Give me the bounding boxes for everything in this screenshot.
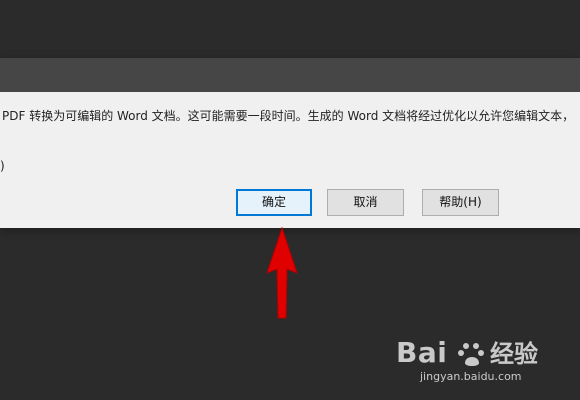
ok-button[interactable]: 确定 (236, 189, 312, 216)
dialog-message: PDF 转换为可编辑的 Word 文档。这可能需要一段时间。生成的 Word 文… (2, 109, 575, 123)
truncated-text-line: ) (0, 159, 5, 173)
jingyan-label: 经验 (490, 340, 538, 368)
baidu-logo-text: Bai (396, 336, 448, 369)
conversion-dialog: PDF 转换为可编辑的 Word 文档。这可能需要一段时间。生成的 Word 文… (0, 58, 580, 228)
dialog-title-bar[interactable] (0, 58, 580, 92)
baidu-paw-icon (458, 343, 484, 366)
red-arrow-annotation (266, 226, 298, 319)
screen: PDF 转换为可编辑的 Word 文档。这可能需要一段时间。生成的 Word 文… (0, 0, 580, 400)
watermark-url: jingyan.baidu.com (420, 370, 522, 383)
help-button[interactable]: 帮助(H) (422, 189, 499, 216)
baidu-jingyan-watermark: Bai 经验 jingyan.baidu.com (394, 334, 564, 390)
cancel-button[interactable]: 取消 (327, 189, 404, 216)
